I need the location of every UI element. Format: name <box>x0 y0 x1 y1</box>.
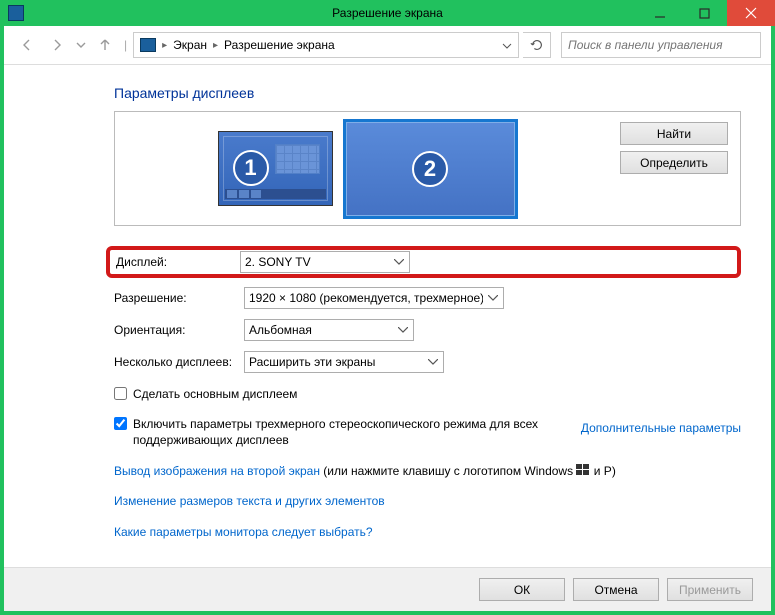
project-text: (или нажмите клавишу с логотипом Windows <box>320 464 576 478</box>
resolution-row: Разрешение: 1920 × 1080 (рекомендуется, … <box>114 282 741 314</box>
taskbar-icon <box>225 189 326 199</box>
display-row-highlighted: Дисплей: 2. SONY TV <box>106 246 741 278</box>
nav-separator: | <box>124 38 127 52</box>
desktop-tiles-icon <box>275 144 320 174</box>
project-suffix: и P) <box>590 464 615 478</box>
windows-key-icon <box>576 464 590 476</box>
help-link[interactable]: Какие параметры монитора следует выбрать… <box>114 525 373 539</box>
identify-button[interactable]: Определить <box>620 151 728 174</box>
chevron-right-icon: ▸ <box>213 40 218 51</box>
display-select[interactable]: 2. SONY TV <box>240 251 410 273</box>
breadcrumb-dropdown-icon[interactable] <box>502 38 512 52</box>
preview-buttons: Найти Определить <box>620 112 740 225</box>
breadcrumb-item[interactable]: Экран <box>173 38 207 52</box>
multiple-displays-select[interactable]: Расширить эти экраны <box>244 351 444 373</box>
multiple-label: Несколько дисплеев: <box>114 355 244 369</box>
refresh-button[interactable] <box>523 32 551 58</box>
titlebar: Разрешение экрана <box>0 0 775 26</box>
content-area: Параметры дисплеев 1 2 Найти Определить … <box>4 65 771 567</box>
display-thumbnail-1[interactable]: 1 <box>218 131 333 206</box>
project-link[interactable]: Вывод изображения на второй экран <box>114 464 320 478</box>
make-primary-checkbox[interactable] <box>114 387 127 400</box>
up-button[interactable] <box>92 32 118 58</box>
orientation-row: Ориентация: Альбомная <box>114 314 741 346</box>
stereo-checkbox[interactable] <box>114 417 127 430</box>
back-button[interactable] <box>14 32 40 58</box>
breadcrumb-item[interactable]: Разрешение экрана <box>224 38 335 52</box>
window-title: Разрешение экрана <box>332 6 443 20</box>
breadcrumb[interactable]: ▸ Экран ▸ Разрешение экрана <box>133 32 519 58</box>
settings-form: Дисплей: 2. SONY TV Разрешение: 1920 × 1… <box>114 246 741 541</box>
display-thumbnail-2[interactable]: 2 <box>343 119 518 219</box>
close-button[interactable] <box>727 0 775 26</box>
ok-button[interactable]: ОК <box>479 578 565 601</box>
window-controls <box>637 0 775 26</box>
stereo-label[interactable]: Включить параметры трехмерного стереоско… <box>133 416 554 448</box>
resolution-select[interactable]: 1920 × 1080 (рекомендуется, трехмерное) <box>244 287 504 309</box>
text-size-paragraph: Изменение размеров текста и других элеме… <box>114 493 741 510</box>
apply-button[interactable]: Применить <box>667 578 753 601</box>
detect-button[interactable]: Найти <box>620 122 728 145</box>
display-number: 1 <box>233 150 269 186</box>
display-preview-panel: 1 2 Найти Определить <box>114 111 741 226</box>
history-dropdown[interactable] <box>74 32 88 58</box>
project-paragraph: Вывод изображения на второй экран (или н… <box>114 463 741 480</box>
display-label: Дисплей: <box>116 255 240 269</box>
stereo-row: Включить параметры трехмерного стереоско… <box>114 408 741 448</box>
display-number: 2 <box>412 151 448 187</box>
search-input[interactable] <box>561 32 761 58</box>
section-title: Параметры дисплеев <box>114 85 741 101</box>
preview-area: 1 2 <box>115 112 620 225</box>
advanced-settings-link[interactable]: Дополнительные параметры <box>581 421 741 435</box>
control-panel-icon <box>8 5 24 21</box>
footer-buttons: ОК Отмена Применить <box>4 567 771 611</box>
minimize-button[interactable] <box>637 0 682 26</box>
cancel-button[interactable]: Отмена <box>573 578 659 601</box>
text-size-link[interactable]: Изменение размеров текста и других элеме… <box>114 494 385 508</box>
display-settings-window: Разрешение экрана | ▸ <box>0 0 775 615</box>
resolution-label: Разрешение: <box>114 291 244 305</box>
make-primary-label[interactable]: Сделать основным дисплеем <box>133 386 297 402</box>
help-paragraph: Какие параметры монитора следует выбрать… <box>114 524 741 541</box>
display-icon <box>140 38 156 52</box>
chevron-right-icon: ▸ <box>162 40 167 51</box>
forward-button[interactable] <box>44 32 70 58</box>
make-primary-row: Сделать основным дисплеем <box>114 386 741 402</box>
multiple-displays-row: Несколько дисплеев: Расширить эти экраны <box>114 346 741 378</box>
orientation-select[interactable]: Альбомная <box>244 319 414 341</box>
maximize-button[interactable] <box>682 0 727 26</box>
orientation-label: Ориентация: <box>114 323 244 337</box>
navbar: | ▸ Экран ▸ Разрешение экрана <box>4 26 771 65</box>
